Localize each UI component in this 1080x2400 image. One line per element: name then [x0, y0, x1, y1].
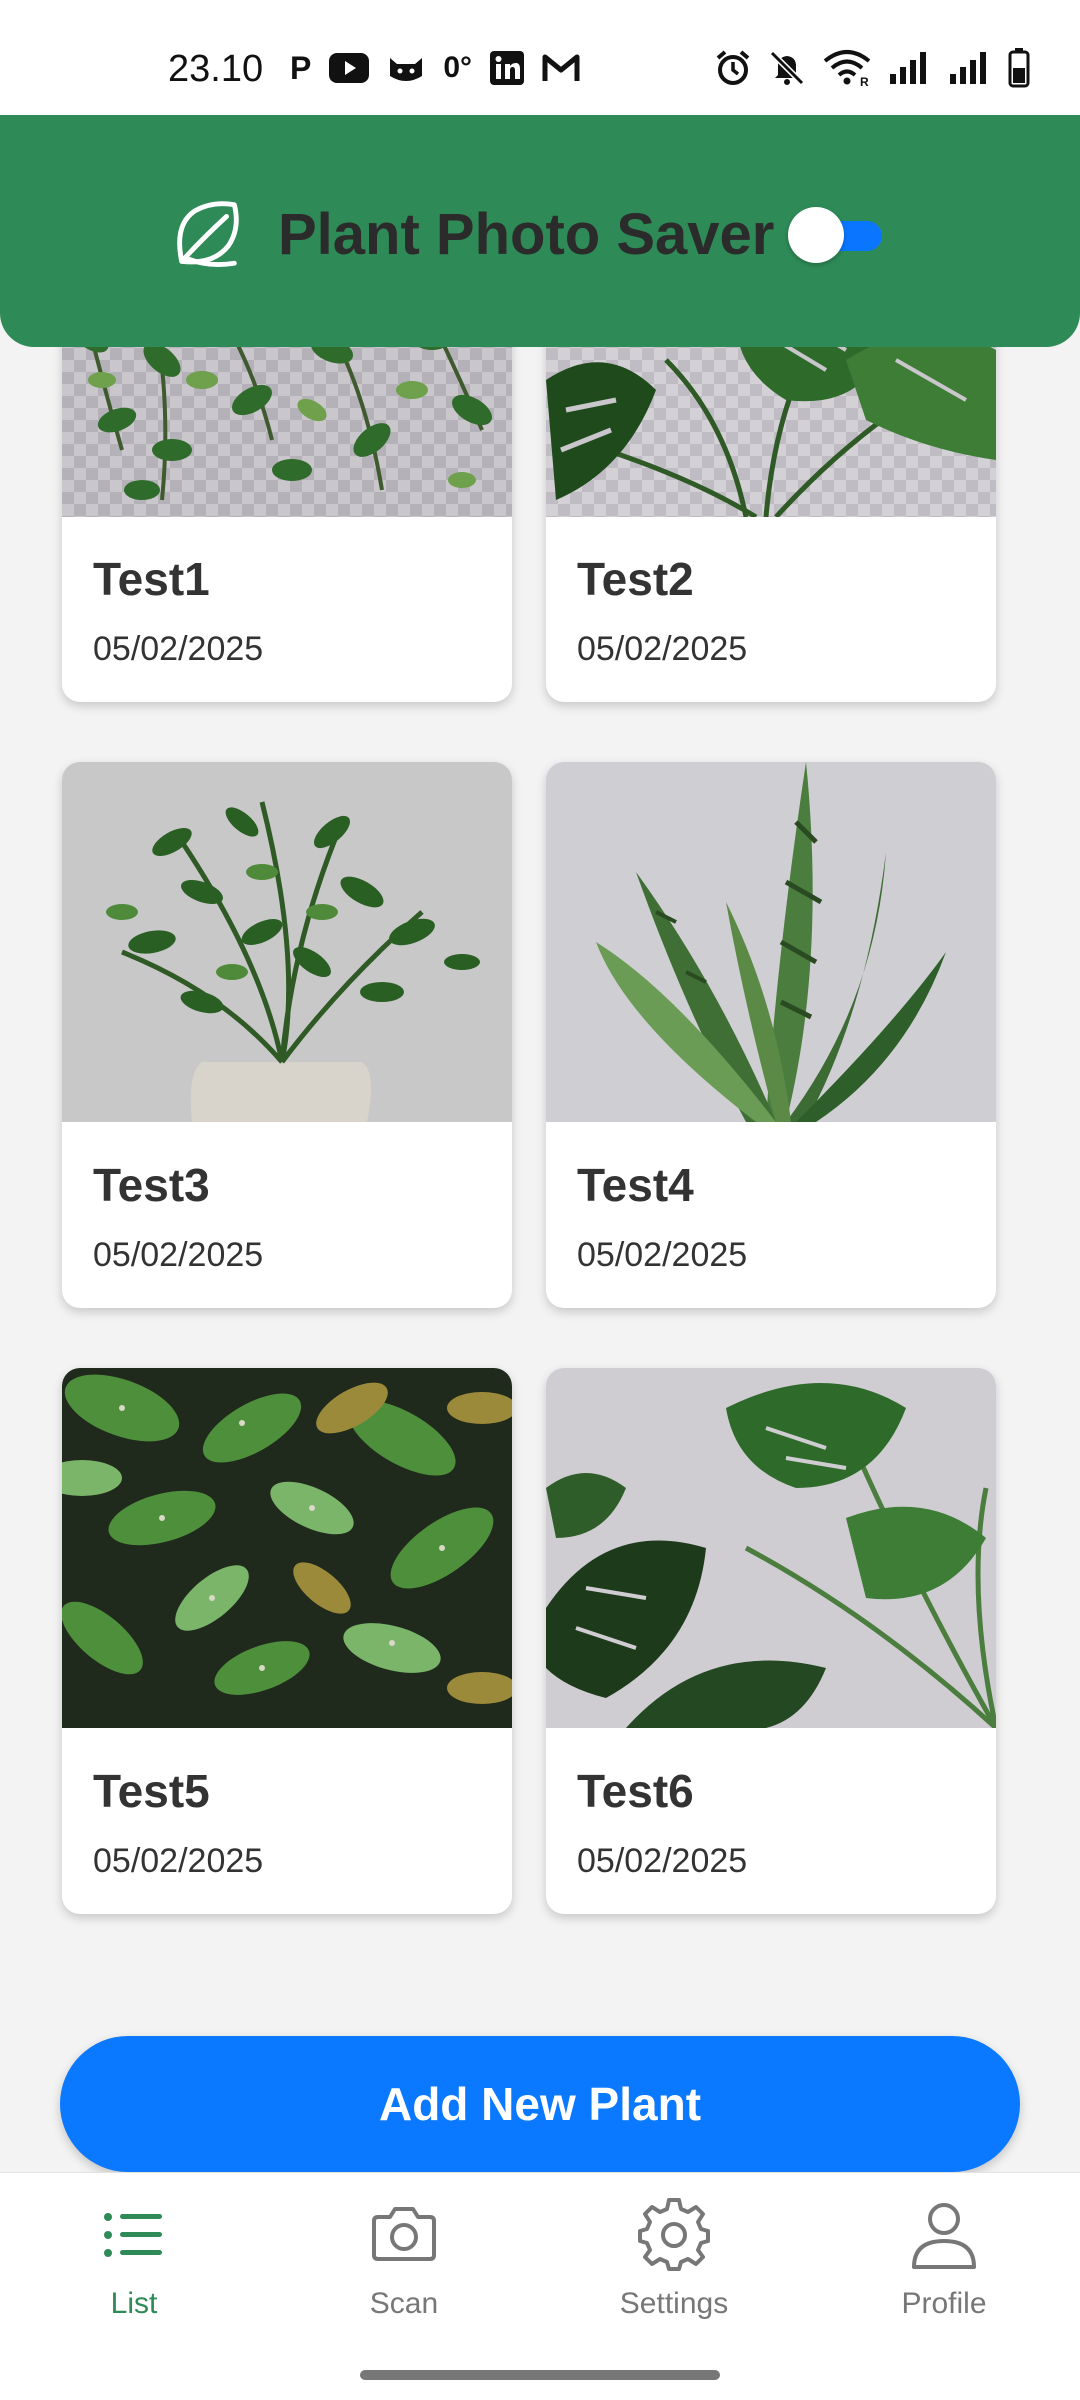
person-icon	[912, 2203, 976, 2269]
nav-item-profile[interactable]: Profile	[844, 2197, 1044, 2321]
mute-icon	[768, 48, 806, 88]
plant-date: 05/02/2025	[93, 1236, 264, 1274]
list-icon	[104, 2213, 162, 2257]
plant-name: Test2	[577, 553, 694, 605]
toggle-knob	[788, 207, 845, 263]
add-new-plant-button[interactable]: Add New Plant	[60, 2036, 1020, 2172]
plant-name: Test1	[93, 553, 210, 605]
plant-date: 05/02/2025	[93, 630, 264, 668]
nav-label: List	[110, 2287, 158, 2320]
gear-icon	[638, 2198, 710, 2271]
home-indicator[interactable]	[360, 2370, 720, 2380]
plant-photo	[546, 762, 996, 1122]
nav-label: Profile	[901, 2287, 987, 2320]
app-header: Plant Photo Saver	[0, 115, 1080, 347]
plant-name: Test5	[93, 1765, 210, 1817]
temperature-icon: 0°	[443, 51, 473, 84]
svg-text:R: R	[860, 75, 869, 87]
notification-icons: P 0°	[290, 48, 580, 88]
system-icons: R	[714, 48, 1030, 88]
linkedin-icon	[490, 48, 525, 88]
plant-name: Test3	[93, 1159, 210, 1211]
plant-date: 05/02/2025	[577, 1236, 748, 1274]
plant-name: Test6	[577, 1765, 694, 1817]
nav-label: Settings	[619, 2287, 729, 2320]
plant-card[interactable]: Test4 05/02/2025	[546, 762, 996, 1308]
youtube-icon	[329, 48, 370, 88]
leaf-icon	[177, 201, 239, 267]
status-time: 23.10	[168, 48, 264, 90]
alarm-icon	[714, 48, 752, 88]
bottom-nav: List Scan Settings Profile	[0, 2172, 1080, 2400]
cat-icon	[387, 48, 425, 88]
nav-label: Scan	[369, 2287, 439, 2320]
plant-date: 05/02/2025	[577, 630, 748, 668]
battery-icon	[1008, 48, 1030, 88]
plant-date: 05/02/2025	[577, 1842, 748, 1880]
plant-card[interactable]: Test3 05/02/2025	[62, 762, 512, 1308]
signal-icon	[888, 48, 932, 88]
plant-photo	[62, 1368, 512, 1728]
nav-item-list[interactable]: List	[34, 2197, 234, 2321]
plant-photo	[546, 1368, 996, 1728]
plant-photo	[62, 762, 512, 1122]
status-bar: 23.10 P 0° R	[0, 0, 1080, 115]
camera-icon	[372, 2207, 436, 2261]
nav-item-settings[interactable]: Settings	[574, 2197, 774, 2321]
plant-card[interactable]: Test2 05/02/2025	[546, 300, 996, 702]
mode-toggle[interactable]	[788, 207, 884, 263]
plant-card[interactable]: Test5 05/02/2025	[62, 1368, 512, 1914]
plant-card[interactable]: Test6 05/02/2025	[546, 1368, 996, 1914]
wifi-icon: R	[822, 48, 872, 88]
plant-date: 05/02/2025	[93, 1842, 264, 1880]
gmail-icon	[542, 48, 580, 88]
plant-name: Test4	[577, 1159, 694, 1211]
nav-item-scan[interactable]: Scan	[304, 2197, 504, 2321]
app-title: Plant Photo Saver	[278, 201, 775, 267]
plant-card[interactable]: Test1 05/02/2025	[62, 300, 512, 702]
parking-icon: P	[290, 49, 312, 86]
signal-icon	[948, 48, 992, 88]
